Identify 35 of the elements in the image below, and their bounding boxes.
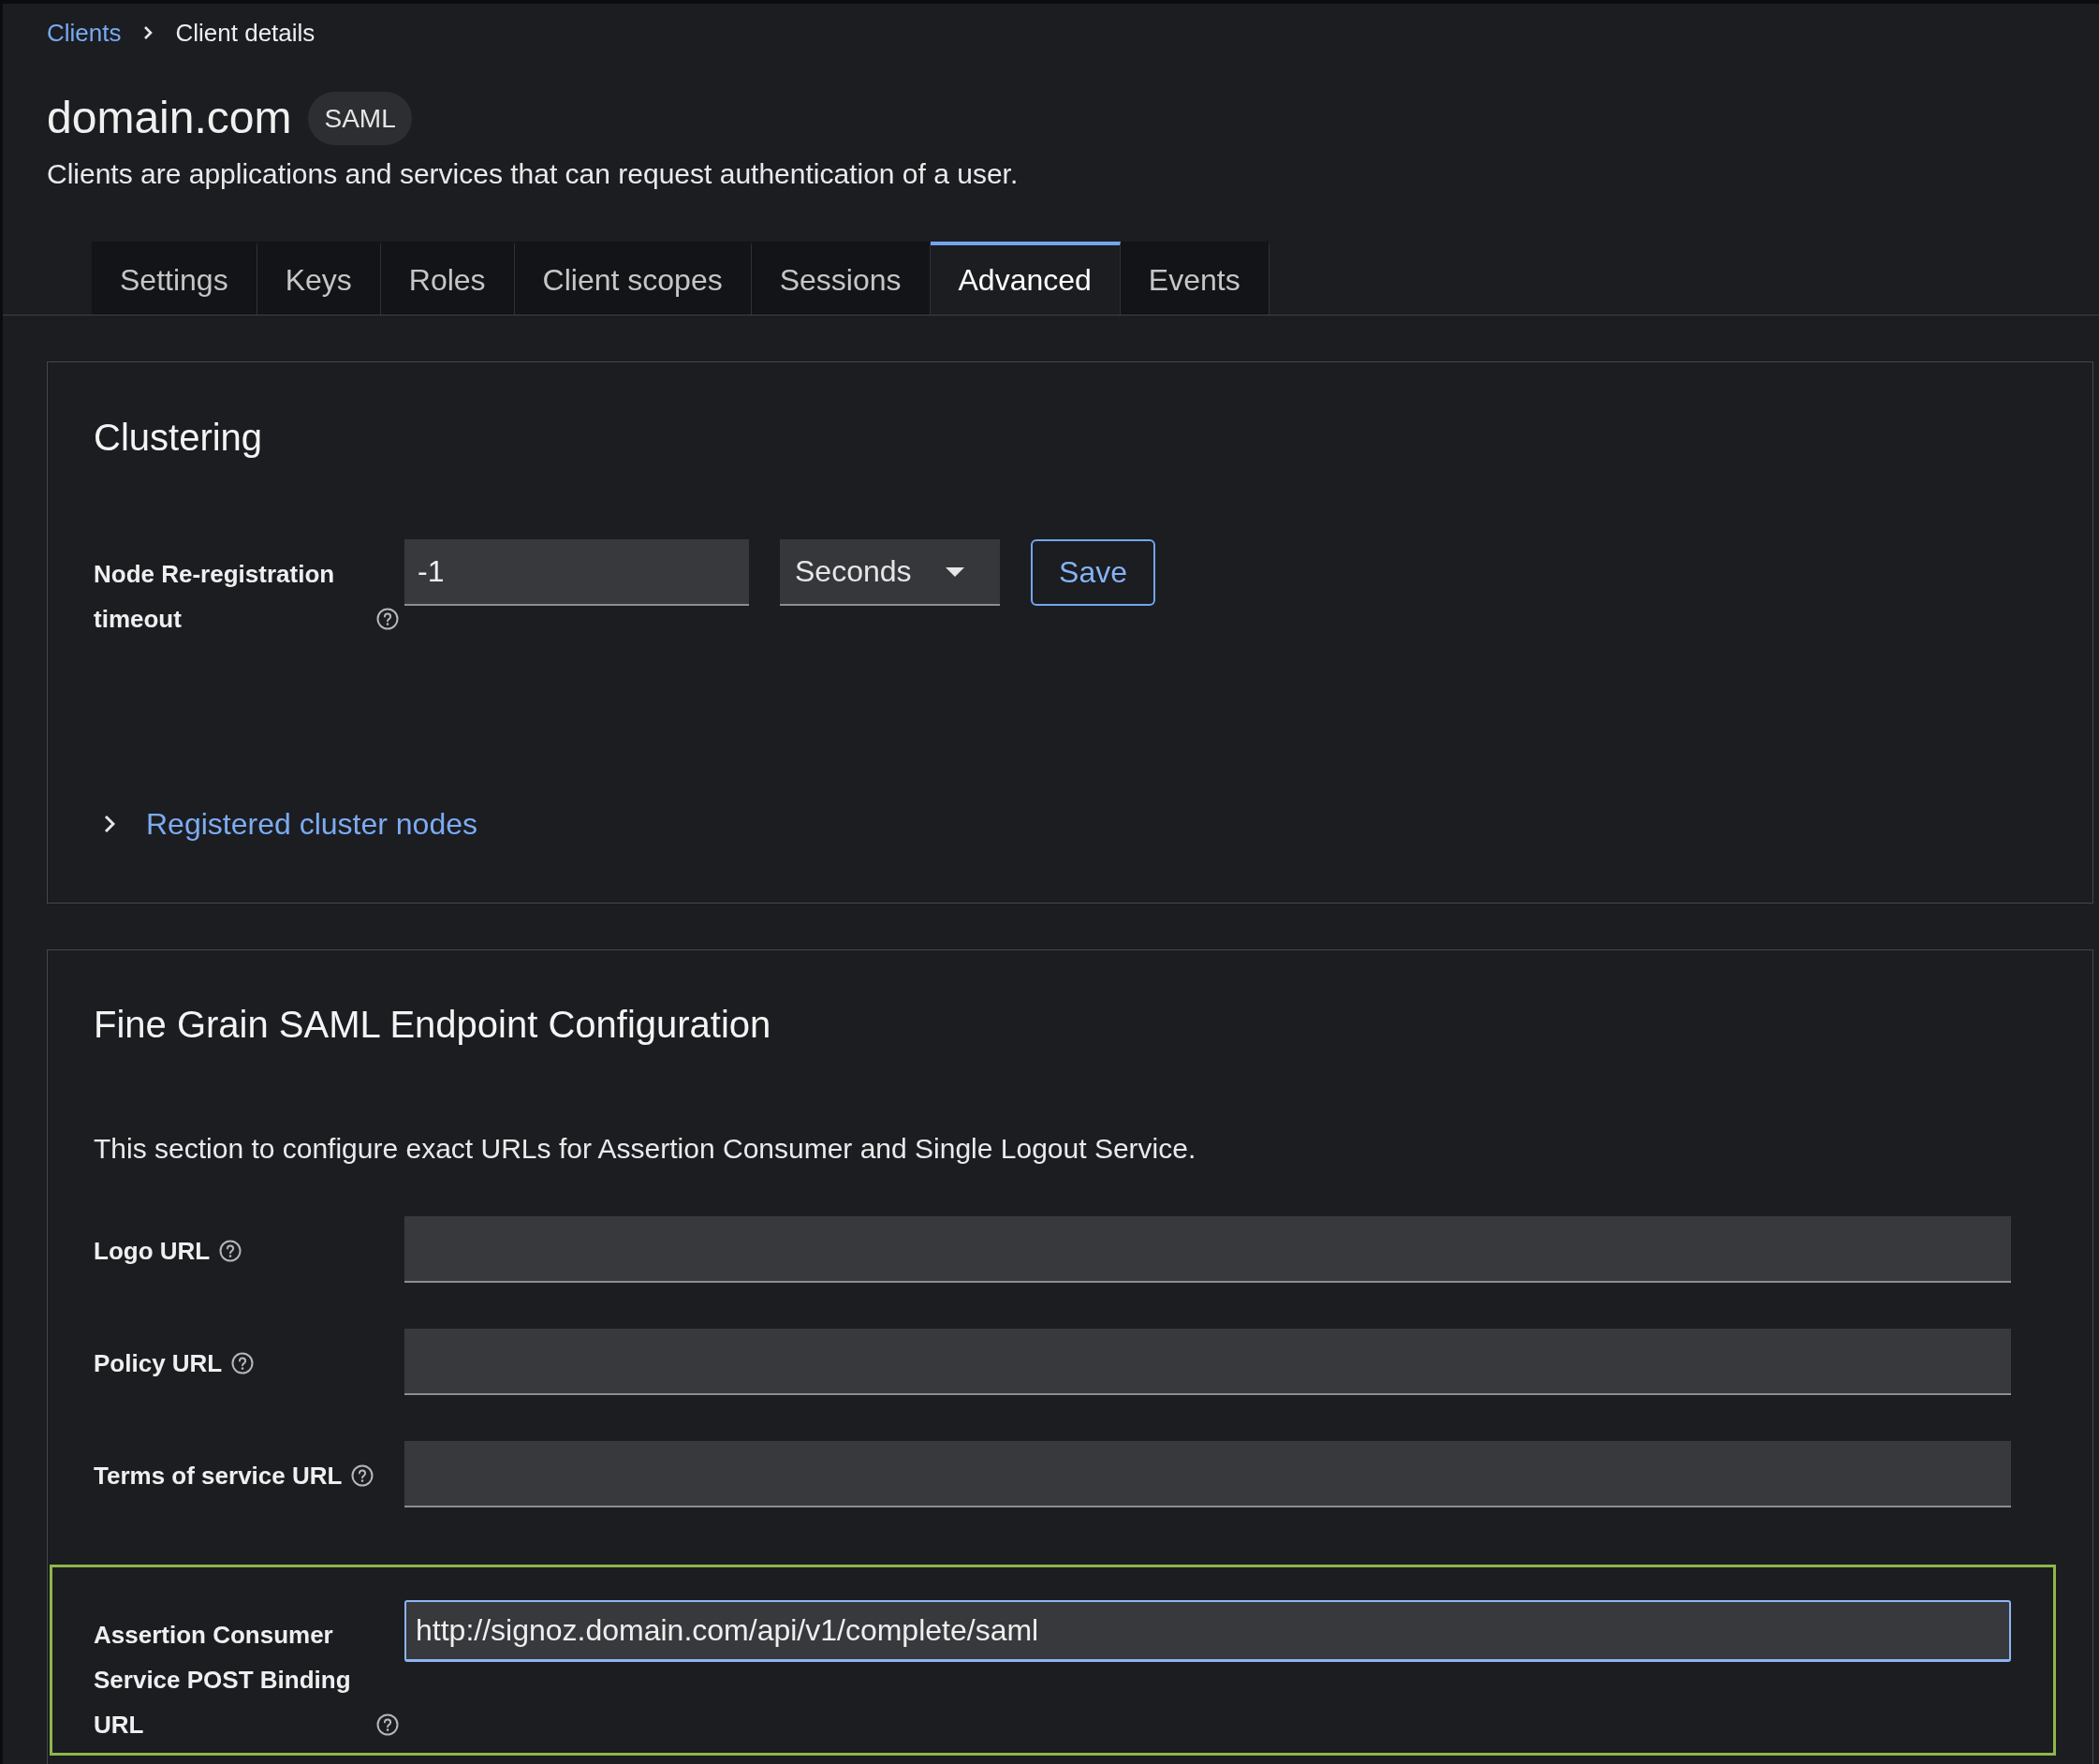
- tab[interactable]: Client scopes: [514, 242, 752, 315]
- expand-toggle[interactable]: Registered cluster nodes: [104, 805, 477, 843]
- breadcrumb-current: Client details: [175, 18, 316, 48]
- field-label: Terms of service URL: [94, 1461, 343, 1492]
- help-icon[interactable]: [219, 1240, 242, 1262]
- breadcrumb-link[interactable]: Clients: [47, 18, 122, 48]
- field-label: Assertion Consumer Service POST Binding URL: [94, 1620, 352, 1741]
- help-icon[interactable]: [231, 1352, 255, 1374]
- url-input[interactable]: http://signoz.domain.com/api/v1/complete/saml: [404, 1600, 2011, 1662]
- caret-down-icon: [946, 566, 964, 577]
- help-icon[interactable]: [351, 1464, 374, 1487]
- unit-select[interactable]: Seconds: [780, 539, 1000, 606]
- timeout-input[interactable]: -1: [404, 539, 749, 606]
- url-input[interactable]: [404, 1329, 2011, 1395]
- field-label: Policy URL: [94, 1348, 223, 1379]
- save-button[interactable]: Save: [1031, 539, 1155, 606]
- tab[interactable]: Sessions: [751, 242, 931, 315]
- section-title: Clustering: [94, 416, 264, 460]
- field-label: Node Re-registration timeout: [94, 559, 336, 635]
- help-icon[interactable]: [376, 1713, 399, 1736]
- tab[interactable]: Events: [1120, 242, 1270, 315]
- tab[interactable]: Keys: [257, 242, 381, 315]
- field-label: Logo URL: [94, 1236, 211, 1267]
- page-title: domain.com: [47, 92, 292, 144]
- url-input[interactable]: [404, 1441, 2011, 1507]
- help-icon[interactable]: [376, 608, 399, 630]
- tab[interactable]: Advanced: [930, 242, 1121, 315]
- tab[interactable]: Roles: [380, 242, 515, 315]
- section-title: Fine Grain SAML Endpoint Configuration: [94, 1003, 772, 1047]
- tab[interactable]: Settings: [92, 242, 257, 315]
- section-description: This section to configure exact URLs for Assertion Consumer and Single Logout Service.: [94, 1132, 1197, 1166]
- chevron-right-icon: [143, 25, 154, 40]
- page-description: Clients are applications and services that can request authentication of a user.: [47, 157, 1020, 191]
- url-input[interactable]: [404, 1216, 2011, 1283]
- protocol-badge: SAML: [308, 91, 412, 145]
